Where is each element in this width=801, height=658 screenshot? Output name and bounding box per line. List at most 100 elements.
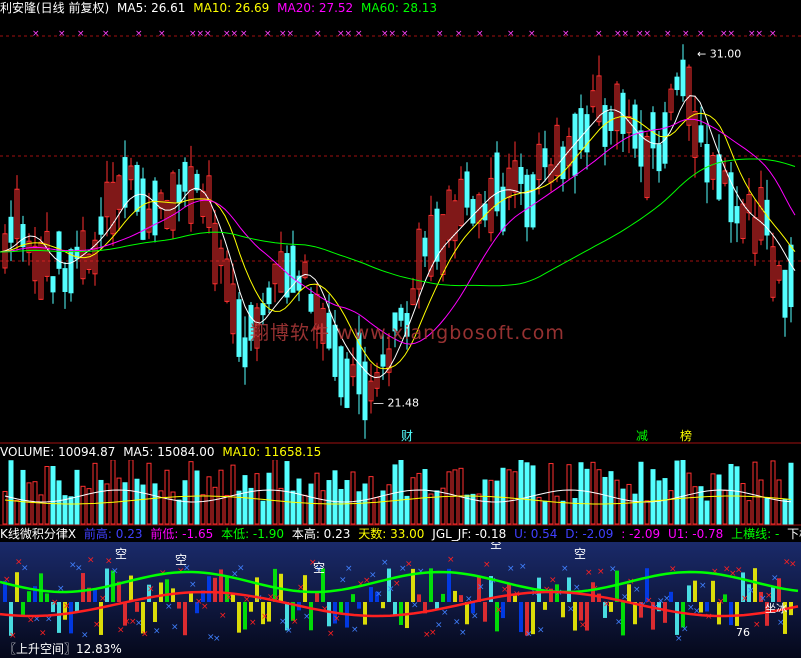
candle-body [524, 174, 530, 228]
candlestick-panel[interactable]: × × × × × × ×× × ×× × × ×× × ×× × ×× × × × × × × × × ×× ×× × × × ×× ××… [0, 16, 801, 444]
indicator-cross: × [87, 556, 95, 566]
indicator-cross: × [711, 567, 719, 577]
volume-bar [710, 473, 716, 525]
volume-bar [620, 488, 626, 525]
volume-bar [224, 494, 230, 525]
candle-body [176, 184, 182, 204]
indicator-cross: × [213, 634, 221, 644]
indicator-cross: × [405, 560, 413, 570]
indicator-bar [237, 602, 241, 633]
footer-rise-space: 〖上升空间〗12.83% [4, 642, 122, 656]
candle-body [782, 269, 788, 318]
volume-bar [326, 480, 332, 525]
candle-body [788, 244, 794, 308]
indicator-bar [351, 594, 355, 602]
stat-qiandi: 前低: -1.65 [150, 527, 214, 541]
volume-bar [746, 500, 752, 525]
volume-bar [428, 493, 434, 525]
indicator-bar [693, 580, 697, 602]
indicator-cross: × [675, 634, 683, 644]
volume-bar [716, 474, 722, 525]
signal-marker: × [455, 29, 463, 39]
volume-bar [662, 478, 668, 525]
candle-body [578, 108, 584, 150]
kong-label: 空 [313, 561, 325, 575]
signal-marker: × [436, 29, 444, 39]
indicator-bar [483, 602, 487, 622]
volume-bar [212, 486, 218, 525]
indicator-header: K线微积分律X 前高: 0.23 前低: -1.65 本低: -1.90 本高:… [0, 526, 801, 542]
indicator-bar [519, 602, 523, 633]
candlestick-chart[interactable]: × × × × × × ×× × ×× × × ×× × ×× × ×× × × × × × × × × ×× ×× × × × ×× ××… [0, 16, 801, 444]
indicator-cross: × [153, 626, 161, 636]
candle-body [680, 59, 686, 97]
candle-body [50, 276, 56, 293]
volume-bar [452, 469, 458, 525]
volume-bar [110, 460, 116, 525]
volume-bar [20, 469, 26, 525]
volume-panel[interactable] [0, 460, 801, 526]
volume-bar [770, 460, 776, 525]
indicator-bar [723, 594, 727, 602]
indicator-bar [39, 573, 43, 602]
indicator-bar [165, 579, 169, 602]
indicator-bar [249, 602, 253, 612]
volume-bar [362, 483, 368, 525]
signal-marker: × [682, 29, 690, 39]
signal-marker: × [32, 29, 40, 39]
candle-body [494, 152, 500, 212]
signal-marker: × [355, 29, 363, 39]
indicator-bar [357, 602, 361, 609]
ma5-label: MA5: 26.61 [117, 1, 186, 15]
stat-bengao: 本高: 0.23 [291, 527, 351, 541]
indicator-bar [231, 593, 235, 602]
indicator-cross: × [171, 623, 179, 633]
signal-marker: × [204, 29, 212, 39]
volume-bar [764, 497, 770, 525]
candle-body [500, 186, 506, 232]
volume-chart[interactable] [0, 460, 801, 526]
kong-label: 空 [574, 547, 586, 561]
volume-bar [200, 494, 206, 525]
indicator-bar [141, 602, 145, 634]
volume-bar [116, 477, 122, 525]
indicator-cross: × [345, 564, 353, 574]
indicator-bar [369, 587, 373, 602]
watermark: 翔博软件 www.xiangbosoft.com [250, 322, 565, 344]
volume-bar [296, 478, 302, 525]
volume-bar [350, 471, 356, 525]
volume-bar [440, 487, 446, 525]
volume-bar [320, 490, 326, 525]
indicator-bar [153, 602, 157, 623]
ma20-line [0, 118, 796, 345]
volume-bar [128, 460, 134, 525]
indicator-cross: × [339, 576, 347, 586]
signal-marker: × [102, 29, 110, 39]
volume-bar [446, 471, 452, 525]
indicator-cross: × [549, 576, 557, 586]
volume-bar [194, 470, 200, 525]
volume-bar [560, 500, 566, 525]
volume-bar [566, 464, 572, 525]
indicator-bar [381, 602, 385, 609]
indicator-bar [669, 591, 673, 602]
indicator-cross: × [81, 630, 89, 640]
marker-jian: 减 [636, 429, 648, 443]
stat-u: U: 0.54 [514, 527, 558, 541]
indicator-bar [303, 575, 307, 602]
candle-body [122, 157, 128, 208]
indicator-cross: × [519, 562, 527, 572]
indicator-cross: × [447, 555, 455, 565]
indicator-bar [507, 584, 511, 602]
indicator-cross: × [237, 564, 245, 574]
indicator-bar [213, 577, 217, 602]
signal-marker: × [507, 29, 515, 39]
indicator-cross: × [699, 581, 707, 591]
candle-body [344, 358, 350, 408]
indicator-bar [207, 576, 211, 602]
indicator-bar [501, 602, 505, 619]
signal-marker: ×× [189, 29, 204, 39]
indicator-cross: × [111, 566, 119, 576]
volume-bar [734, 466, 740, 525]
signal-marker: × [314, 29, 322, 39]
